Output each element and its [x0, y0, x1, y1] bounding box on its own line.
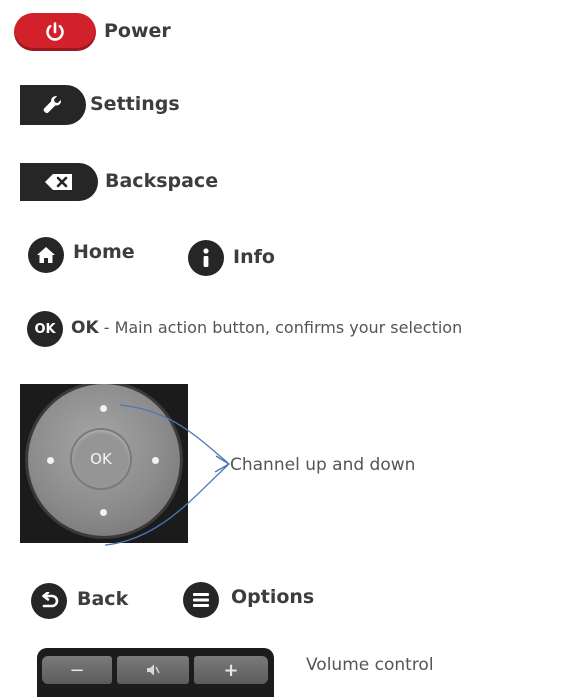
volume-panel: − +	[37, 648, 274, 697]
back-icon	[39, 592, 59, 610]
options-icon	[192, 592, 210, 608]
info-button[interactable]	[188, 240, 224, 276]
volume-up-label: +	[223, 659, 239, 681]
ok-description-text: - Main action button, confirms your sele…	[98, 318, 463, 337]
volume-down-button[interactable]: −	[42, 656, 112, 684]
home-button[interactable]	[28, 237, 64, 273]
info-label: Info	[233, 246, 275, 268]
home-icon	[36, 246, 56, 264]
power-label: Power	[104, 20, 171, 42]
options-label: Options	[231, 586, 315, 608]
dpad-left-dot[interactable]	[47, 457, 54, 464]
backspace-icon	[44, 173, 74, 191]
ok-button[interactable]: OK	[27, 311, 63, 347]
home-label: Home	[73, 241, 135, 263]
ok-description: OK - Main action button, confirms your s…	[71, 318, 462, 338]
power-icon	[44, 21, 66, 43]
settings-button[interactable]	[20, 85, 86, 125]
dpad-annotation-arrows	[104, 404, 231, 546]
settings-label: Settings	[90, 93, 180, 115]
volume-up-button[interactable]: +	[194, 656, 268, 684]
backspace-label: Backspace	[105, 170, 219, 192]
options-button[interactable]	[183, 582, 219, 618]
channel-annotation: Channel up and down	[230, 455, 416, 475]
volume-annotation: Volume control	[306, 655, 434, 675]
wrench-icon	[42, 94, 64, 116]
back-label: Back	[77, 588, 129, 610]
back-button[interactable]	[31, 583, 67, 619]
backspace-button[interactable]	[20, 163, 98, 201]
info-icon	[200, 247, 212, 269]
mute-button[interactable]	[117, 656, 189, 684]
ok-icon: OK	[34, 321, 56, 337]
ok-label: OK	[71, 318, 99, 338]
volume-down-label: −	[69, 659, 85, 681]
mute-icon	[146, 663, 160, 677]
power-button[interactable]	[14, 13, 96, 51]
